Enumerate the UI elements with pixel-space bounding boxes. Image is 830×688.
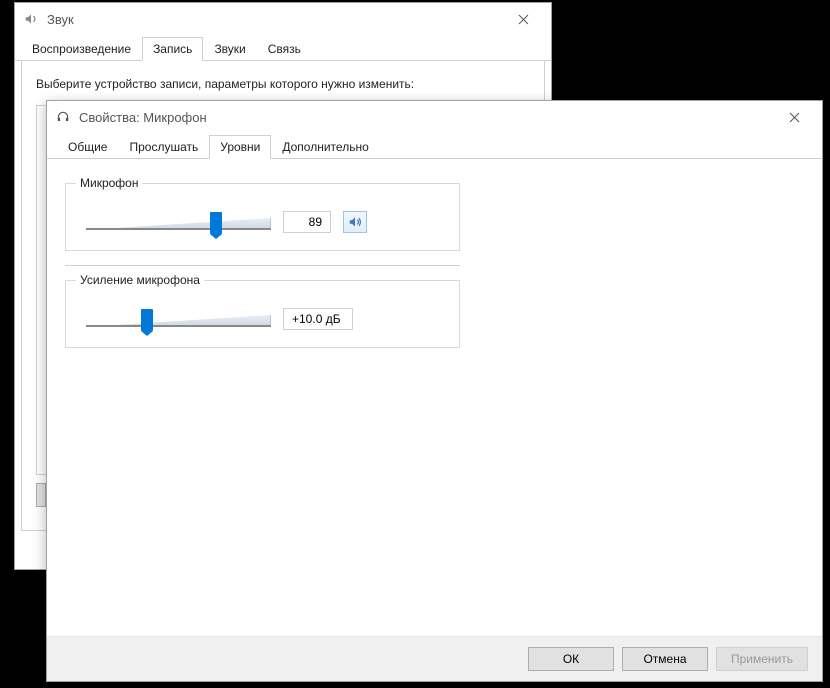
tab-levels[interactable]: Уровни: [209, 135, 271, 159]
tab-advanced[interactable]: Дополнительно: [271, 135, 379, 158]
microphone-level-label: Микрофон: [76, 176, 142, 190]
microphone-level-group: Микрофон 89: [65, 183, 460, 251]
sound-icon: [23, 11, 39, 27]
sound-title: Звук: [47, 12, 503, 27]
sound-titlebar[interactable]: Звук: [15, 3, 551, 35]
ok-button[interactable]: ОК: [528, 647, 614, 671]
sound-close-button[interactable]: [503, 5, 543, 33]
tab-sounds[interactable]: Звуки: [203, 37, 256, 60]
tab-listen[interactable]: Прослушать: [118, 135, 209, 158]
microphone-boost-value: +10.0 дБ: [283, 308, 353, 330]
microphone-boost-slider[interactable]: [86, 307, 271, 331]
microphone-boost-group: Усиление микрофона +10.0 дБ: [65, 280, 460, 348]
props-tabs: Общие Прослушать Уровни Дополнительно: [47, 133, 822, 159]
tab-playback[interactable]: Воспроизведение: [21, 37, 142, 60]
headset-icon: [55, 109, 71, 125]
sound-tabs: Воспроизведение Запись Звуки Связь: [15, 35, 551, 61]
props-titlebar[interactable]: Свойства: Микрофон: [47, 101, 822, 133]
sound-bottom-button[interactable]: [36, 483, 46, 507]
props-content: Микрофон 89 Усиление микрофона: [47, 159, 822, 636]
microphone-level-value: 89: [283, 211, 331, 233]
tab-communications[interactable]: Связь: [257, 37, 312, 60]
microphone-properties-window: Свойства: Микрофон Общие Прослушать Уров…: [46, 100, 823, 682]
tab-recording[interactable]: Запись: [142, 37, 203, 61]
tab-general[interactable]: Общие: [57, 135, 118, 158]
props-title: Свойства: Микрофон: [79, 110, 774, 125]
microphone-level-slider[interactable]: [86, 210, 271, 234]
close-icon: [518, 14, 529, 25]
sound-instruction: Выберите устройство записи, параметры ко…: [36, 71, 530, 101]
cancel-button[interactable]: Отмена: [622, 647, 708, 671]
mute-microphone-button[interactable]: [343, 211, 367, 233]
close-icon: [789, 112, 800, 123]
props-button-row: ОК Отмена Применить: [47, 636, 822, 681]
props-close-button[interactable]: [774, 103, 814, 131]
speaker-icon: [348, 215, 362, 229]
apply-button: Применить: [716, 647, 808, 671]
divider: [65, 265, 460, 266]
microphone-boost-label: Усиление микрофона: [76, 273, 204, 287]
